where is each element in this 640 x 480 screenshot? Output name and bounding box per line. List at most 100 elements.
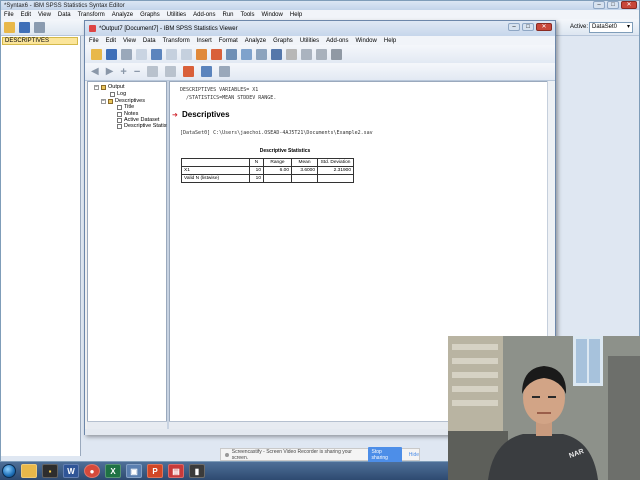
menu-file[interactable]: File — [4, 12, 14, 18]
viewer-maximize-button[interactable]: □ — [522, 23, 534, 31]
chrome-icon[interactable]: ● — [84, 464, 100, 478]
table-header-row: N Range Mean Std. Deviation — [181, 158, 354, 167]
outline-node-title[interactable]: Title — [117, 104, 134, 110]
viewer-menu-help[interactable]: Help — [384, 38, 396, 44]
stop-sharing-button[interactable]: Stop sharing — [367, 446, 402, 463]
outline-node-output[interactable]: − Output — [94, 84, 125, 90]
redo-icon[interactable] — [181, 48, 192, 60]
syntax-nav-item[interactable]: DESCRIPTIVES — [2, 37, 78, 45]
designate-window-icon[interactable] — [256, 48, 267, 60]
select-cases-icon[interactable] — [316, 48, 327, 60]
save-icon[interactable] — [19, 21, 30, 33]
print-preview-icon[interactable] — [136, 48, 147, 60]
network-icon[interactable]: ▣ — [126, 464, 142, 478]
table-cell: 2.31900 — [317, 166, 354, 175]
terminal-icon[interactable]: ▮ — [189, 464, 205, 478]
webcam-overlay: NAR — [448, 336, 640, 480]
save-icon[interactable] — [106, 48, 117, 60]
goto-case-icon[interactable] — [211, 48, 222, 60]
active-dataset-select[interactable]: DataSet0 — [589, 22, 633, 33]
goto-data-icon[interactable] — [196, 48, 207, 60]
viewer-menu-data[interactable]: Data — [143, 38, 156, 44]
viewer-menu-analyze[interactable]: Analyze — [245, 38, 266, 44]
notes-icon — [117, 111, 122, 117]
minimize-button[interactable]: – — [593, 1, 605, 9]
table-row: Valid N (listwise) 10 — [181, 174, 354, 183]
table-cell — [317, 174, 354, 183]
viewer-menubar: File Edit View Data Transform Insert For… — [85, 36, 555, 45]
insert-heading-icon[interactable] — [183, 66, 195, 77]
recall-dialog-icon[interactable] — [241, 48, 252, 60]
procedure-title[interactable]: Descriptives — [182, 110, 230, 119]
demote-arrow-icon[interactable]: ▶ — [106, 66, 114, 77]
spss-app-icon — [89, 25, 96, 32]
powerpoint-icon[interactable]: P — [147, 464, 163, 478]
undo-icon[interactable] — [166, 48, 177, 60]
menu-addons[interactable]: Add-ons — [193, 12, 215, 18]
menu-tools[interactable]: Tools — [241, 12, 255, 18]
value-labels-icon[interactable] — [331, 48, 342, 60]
menu-window[interactable]: Window — [262, 12, 283, 18]
menu-run[interactable]: Run — [222, 12, 233, 18]
outline-horizontal-scrollbar[interactable] — [87, 421, 167, 429]
menu-data[interactable]: Data — [58, 12, 71, 18]
hide-button[interactable]: Hide — [409, 452, 419, 458]
maximize-button[interactable]: □ — [607, 1, 619, 9]
table-icon — [117, 123, 122, 129]
spss-icon[interactable]: ▤ — [168, 464, 184, 478]
menu-utilities[interactable]: Utilities — [167, 12, 186, 18]
outline-node-log[interactable]: Log — [110, 91, 126, 97]
close-button[interactable]: ✕ — [621, 1, 637, 9]
menu-graphs[interactable]: Graphs — [140, 12, 160, 18]
syntax-editor-titlebar: *Syntax6 - IBM SPSS Statistics Syntax Ed… — [1, 1, 639, 10]
table-cell: 3.6000 — [291, 166, 318, 175]
title-icon — [117, 104, 122, 110]
open-icon[interactable] — [4, 21, 15, 33]
insert-text-icon[interactable] — [219, 66, 231, 77]
viewer-menu-graphs[interactable]: Graphs — [273, 38, 293, 44]
use-variable-sets-icon[interactable] — [271, 48, 282, 60]
descriptive-statistics-table[interactable]: N Range Mean Std. Deviation X1 10 6.00 3… — [181, 158, 354, 183]
variables-icon[interactable] — [226, 48, 237, 60]
viewer-menu-format[interactable]: Format — [219, 38, 238, 44]
split-file-icon[interactable] — [286, 48, 297, 60]
collapse-icon[interactable]: − — [134, 66, 140, 77]
viewer-close-button[interactable]: ✕ — [536, 23, 552, 31]
weight-cases-icon[interactable] — [301, 48, 312, 60]
hide-icon[interactable] — [165, 66, 177, 77]
print-icon[interactable] — [121, 48, 132, 60]
chat-icon[interactable]: ▪ — [42, 464, 58, 478]
viewer-minimize-button[interactable]: – — [508, 23, 520, 31]
menu-analyze[interactable]: Analyze — [112, 12, 133, 18]
viewer-menu-utilities[interactable]: Utilities — [300, 38, 319, 44]
viewer-menu-addons[interactable]: Add-ons — [326, 38, 348, 44]
viewer-menu-insert[interactable]: Insert — [197, 38, 212, 44]
collapse-toggle-icon[interactable]: − — [101, 98, 106, 104]
viewer-menu-window[interactable]: Window — [356, 38, 377, 44]
promote-arrow-icon[interactable]: ◀ — [91, 66, 99, 77]
export-icon[interactable] — [151, 48, 162, 60]
viewer-menu-file[interactable]: File — [89, 38, 99, 44]
viewer-menu-transform[interactable]: Transform — [163, 38, 190, 44]
viewer-menu-edit[interactable]: Edit — [106, 38, 116, 44]
outline-node-descriptive-statistics[interactable]: Descriptive Statisti — [117, 123, 169, 129]
insert-title-icon[interactable] — [201, 66, 213, 77]
table-header: Range — [263, 158, 292, 167]
open-icon[interactable] — [91, 48, 102, 60]
excel-icon[interactable]: X — [105, 464, 121, 478]
menu-edit[interactable]: Edit — [21, 12, 31, 18]
table-cell: X1 — [181, 166, 250, 175]
table-cell: 10 — [249, 166, 264, 175]
expand-icon[interactable]: + — [120, 66, 126, 77]
viewer-menu-view[interactable]: View — [123, 38, 136, 44]
start-button[interactable] — [2, 464, 16, 478]
word-icon[interactable]: W — [63, 464, 79, 478]
print-icon[interactable] — [34, 21, 45, 33]
collapse-toggle-icon[interactable]: − — [94, 84, 99, 90]
menu-view[interactable]: View — [38, 12, 51, 18]
viewer-title: *Output7 [Document7] - IBM SPSS Statisti… — [99, 25, 238, 32]
show-icon[interactable] — [147, 66, 159, 77]
menu-help[interactable]: Help — [290, 12, 302, 18]
folder-icon[interactable] — [21, 464, 37, 478]
menu-transform[interactable]: Transform — [78, 12, 105, 18]
